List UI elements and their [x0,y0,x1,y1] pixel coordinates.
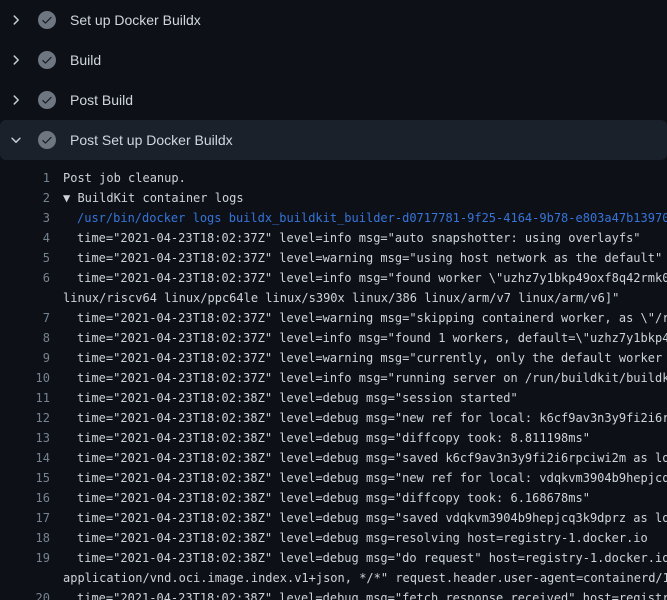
log-line-number[interactable]: 6 [0,268,50,288]
log-line: 3 /usr/bin/docker logs buildx_buildkit_b… [0,208,667,228]
log-line: 13 time="2021-04-23T18:02:38Z" level=deb… [0,428,667,448]
log-line-number[interactable]: 3 [0,208,50,228]
log-line-number[interactable]: 13 [0,428,50,448]
step-row[interactable]: Post Set up Docker Buildx [0,120,667,160]
log-line: linux/riscv64 linux/ppc64le linux/s390x … [0,288,667,308]
log-line-text: time="2021-04-23T18:02:37Z" level=warnin… [63,248,667,268]
log-line-text: time="2021-04-23T18:02:37Z" level=warnin… [63,348,667,368]
log-line: 12 time="2021-04-23T18:02:38Z" level=deb… [0,408,667,428]
step-title: Post Set up Docker Buildx [70,120,233,160]
step-row[interactable]: Post Build [0,80,667,120]
log-line-text: time="2021-04-23T18:02:38Z" level=debug … [63,468,667,488]
log-line-number[interactable]: 15 [0,468,50,488]
log-line-number[interactable]: 10 [0,368,50,388]
log-line: 8 time="2021-04-23T18:02:37Z" level=info… [0,328,667,348]
log-line: 16 time="2021-04-23T18:02:38Z" level=deb… [0,488,667,508]
log-line-number[interactable]: 12 [0,408,50,428]
log-line-number[interactable]: 2 [0,188,50,208]
log-line: 20 time="2021-04-23T18:02:38Z" level=deb… [0,588,667,600]
check-circle-icon [38,131,56,149]
log-line-number[interactable]: 8 [0,328,50,348]
check-circle-icon [38,51,56,69]
chevron-right-icon [8,52,24,68]
step-row[interactable]: Build [0,40,667,80]
log-line: 14 time="2021-04-23T18:02:38Z" level=deb… [0,448,667,468]
log-line: 5 time="2021-04-23T18:02:37Z" level=warn… [0,248,667,268]
log-line-text: time="2021-04-23T18:02:38Z" level=debug … [63,528,667,548]
log-line: 9 time="2021-04-23T18:02:37Z" level=warn… [0,348,667,368]
chevron-right-icon [8,92,24,108]
log-line-number[interactable]: 18 [0,528,50,548]
log-line-number[interactable] [0,568,50,588]
log-line-text: time="2021-04-23T18:02:37Z" level=warnin… [63,308,667,328]
log-line-number[interactable] [0,288,50,308]
log-line-number[interactable]: 4 [0,228,50,248]
log-line-text: time="2021-04-23T18:02:38Z" level=debug … [63,428,667,448]
log-line: application/vnd.oci.image.index.v1+json,… [0,568,667,588]
log-line: 10 time="2021-04-23T18:02:37Z" level=inf… [0,368,667,388]
check-circle-icon [38,11,56,29]
step-title: Build [70,40,101,80]
log-line-text: time="2021-04-23T18:02:37Z" level=info m… [63,328,667,348]
log-line-text[interactable]: ▼ BuildKit container logs [63,188,667,208]
log-line-text: /usr/bin/docker logs buildx_buildkit_bui… [63,208,667,228]
log-line: 11 time="2021-04-23T18:02:38Z" level=deb… [0,388,667,408]
workflow-steps: Set up Docker Buildx [0,0,667,160]
log-line: 7 time="2021-04-23T18:02:37Z" level=warn… [0,308,667,328]
log-line: 1 Post job cleanup. [0,168,667,188]
log-line-number[interactable]: 11 [0,388,50,408]
log-line-number[interactable]: 9 [0,348,50,368]
chevron-right-icon [8,12,24,28]
log-line-text: time="2021-04-23T18:02:38Z" level=debug … [63,448,667,468]
log-line: 6 time="2021-04-23T18:02:37Z" level=info… [0,268,667,288]
chevron-down-icon [8,132,24,148]
log-line-text: time="2021-04-23T18:02:38Z" level=debug … [63,588,667,600]
log-line-text: time="2021-04-23T18:02:37Z" level=info m… [63,268,667,288]
log-line-text: time="2021-04-23T18:02:38Z" level=debug … [63,548,667,568]
log-line-text: time="2021-04-23T18:02:37Z" level=info m… [63,228,667,248]
step-title: Post Build [70,80,133,120]
step-row[interactable]: Set up Docker Buildx [0,0,667,40]
log-line: 18 time="2021-04-23T18:02:38Z" level=deb… [0,528,667,548]
log-line: 2 ▼ BuildKit container logs [0,188,667,208]
log-line-text: linux/riscv64 linux/ppc64le linux/s390x … [63,288,667,308]
log-line-text: time="2021-04-23T18:02:38Z" level=debug … [63,388,667,408]
log-line: 19 time="2021-04-23T18:02:38Z" level=deb… [0,548,667,568]
log-line-number[interactable]: 17 [0,508,50,528]
check-circle-icon [38,91,56,109]
log-line-text: time="2021-04-23T18:02:38Z" level=debug … [63,488,667,508]
log-line-number[interactable]: 5 [0,248,50,268]
log-line: 4 time="2021-04-23T18:02:37Z" level=info… [0,228,667,248]
actions-log-panel: Set up Docker Buildx [0,0,667,600]
log-line-text: time="2021-04-23T18:02:37Z" level=info m… [63,368,667,388]
log-line-number[interactable]: 1 [0,168,50,188]
log-line-text: Post job cleanup. [63,168,667,188]
log-line: 17 time="2021-04-23T18:02:38Z" level=deb… [0,508,667,528]
log-line-number[interactable]: 19 [0,548,50,568]
log-line-number[interactable]: 20 [0,588,50,600]
log-line-number[interactable]: 7 [0,308,50,328]
log-line-text: time="2021-04-23T18:02:38Z" level=debug … [63,508,667,528]
log-line: 15 time="2021-04-23T18:02:38Z" level=deb… [0,468,667,488]
log-line-number[interactable]: 14 [0,448,50,468]
log-line-text: time="2021-04-23T18:02:38Z" level=debug … [63,408,667,428]
log-line-text: application/vnd.oci.image.index.v1+json,… [63,568,667,588]
log-line-number[interactable]: 16 [0,488,50,508]
log-viewer: 1 Post job cleanup. 2 ▼ BuildKit contain… [0,160,667,600]
step-title: Set up Docker Buildx [70,0,201,40]
